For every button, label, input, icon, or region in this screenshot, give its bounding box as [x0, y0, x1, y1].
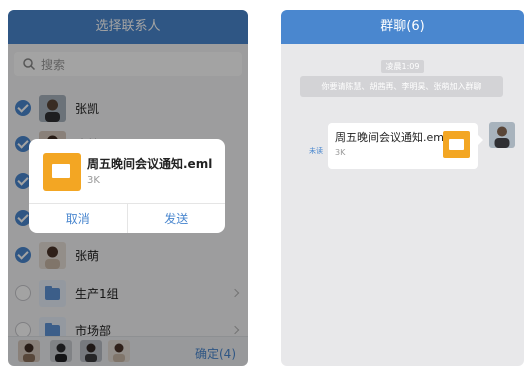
send-file-dialog: 周五晚间会议通知.eml 3K 取消 发送 — [29, 139, 225, 233]
file-message-bubble[interactable]: 周五晚间会议通知.eml 3K — [328, 123, 483, 169]
send-button[interactable]: 发送 — [128, 204, 226, 233]
file-size: 3K — [87, 175, 100, 186]
message-timestamp: 凌晨1:09 — [380, 60, 425, 73]
system-message: 你要请陈慧、胡茜再、李明昊、张萌加入群聊 — [300, 76, 503, 97]
avatar[interactable] — [489, 122, 515, 148]
cancel-button[interactable]: 取消 — [29, 204, 128, 233]
email-file-icon — [443, 131, 470, 158]
chat-title: 群聊(6) — [281, 10, 524, 44]
message-file-name: 周五晚间会议通知.eml — [335, 131, 448, 144]
message-file-size: 3K — [335, 148, 346, 157]
group-chat-screen: 群聊(6) 凌晨1:09 你要请陈慧、胡茜再、李明昊、张萌加入群聊 未读 周五晚… — [281, 10, 524, 366]
email-file-icon — [43, 153, 81, 191]
unread-status: 未读 — [309, 147, 323, 155]
dialog-actions: 取消 发送 — [29, 203, 225, 233]
file-name: 周五晚间会议通知.eml — [87, 157, 213, 171]
